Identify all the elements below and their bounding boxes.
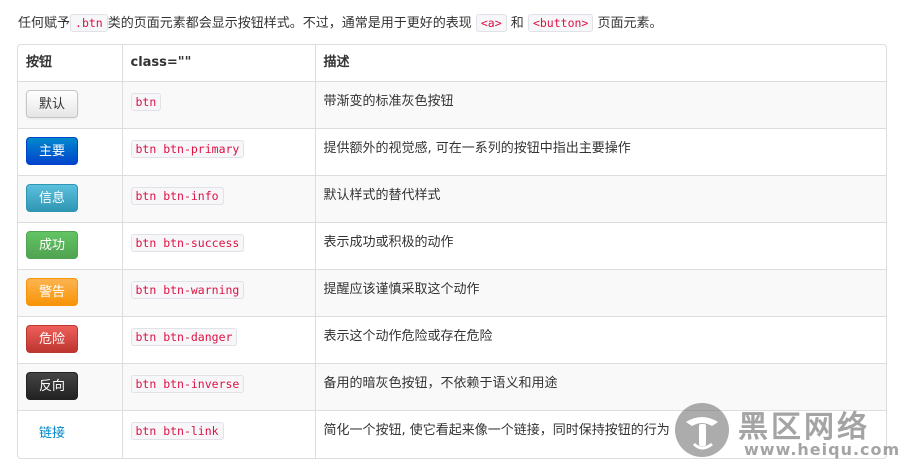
warning-button[interactable]: 警告 — [26, 278, 79, 306]
intro-text-middle: 类的页面元素都会显示按钮样式。不过，通常是用于更好的表现 — [107, 16, 472, 31]
class-cell: btn btn-success — [121, 222, 315, 270]
default-button[interactable]: 默认 — [26, 90, 79, 118]
button-cell: 默认 — [18, 81, 122, 129]
class-name-code: btn btn-link — [130, 422, 224, 440]
table-row: 警告 btn btn-warning 提醒应该谨慎采取这个动作 — [18, 269, 886, 317]
class-name-code: btn btn-warning — [130, 281, 245, 299]
link-button[interactable]: 链接 — [26, 419, 78, 447]
class-name-code: btn btn-danger — [130, 328, 238, 346]
description-cell: 默认样式的替代样式 — [314, 175, 886, 223]
danger-button[interactable]: 危险 — [26, 325, 79, 353]
button-cell: 危险 — [18, 316, 122, 364]
primary-button[interactable]: 主要 — [26, 137, 79, 165]
intro-text-after: 页面元素。 — [597, 16, 663, 31]
class-cell: btn btn-info — [121, 175, 315, 223]
intro-paragraph: 任何赋予 .btn 类的页面元素都会显示按钮样式。不过，通常是用于更好的表现 <a>… — [18, 12, 663, 34]
class-cell: btn btn-primary — [121, 128, 315, 176]
intro-text-and: 和 — [510, 16, 524, 31]
code-btn: .btn — [70, 14, 108, 32]
info-button[interactable]: 信息 — [26, 184, 79, 212]
button-cell: 反向 — [18, 363, 122, 411]
class-cell: btn btn-inverse — [121, 363, 315, 411]
header-description: 描述 — [314, 45, 886, 82]
class-name-code: btn btn-info — [130, 187, 224, 205]
button-styles-table: 按钮 class="" 描述 默认 btn 带渐变的标准灰色按钮 主要 btn … — [17, 44, 887, 459]
table-row: 主要 btn btn-primary 提供额外的视觉感, 可在一系列的按钮中指出… — [18, 128, 886, 176]
header-class: class="" — [121, 45, 315, 82]
button-cell: 警告 — [18, 269, 122, 317]
description-cell: 提供额外的视觉感, 可在一系列的按钮中指出主要操作 — [314, 128, 886, 176]
class-name-code: btn btn-inverse — [130, 375, 245, 393]
class-cell: btn — [121, 81, 315, 129]
class-name-code: btn — [130, 93, 162, 111]
class-name-code: btn btn-success — [130, 234, 245, 252]
description-cell: 表示这个动作危险或存在危险 — [314, 316, 886, 364]
table-row: 默认 btn 带渐变的标准灰色按钮 — [18, 81, 886, 129]
header-button: 按钮 — [26, 55, 53, 70]
table-row: 信息 btn btn-info 默认样式的替代样式 — [18, 175, 886, 223]
watermark-logo-icon — [675, 403, 729, 457]
button-cell: 成功 — [18, 222, 122, 270]
code-a: <a> — [475, 14, 507, 32]
description-cell: 提醒应该谨慎采取这个动作 — [314, 269, 886, 317]
description-cell: 表示成功或积极的动作 — [314, 222, 886, 270]
class-name-code: btn btn-primary — [130, 140, 245, 158]
class-cell: btn btn-warning — [121, 269, 315, 317]
class-cell: btn btn-danger — [121, 316, 315, 364]
site-watermark: 黑区网络 www.heiqu.com — [672, 400, 900, 462]
watermark-url: www.heiqu.com — [744, 440, 901, 459]
table-row: 成功 btn btn-success 表示成功或积极的动作 — [18, 222, 886, 270]
button-cell: 信息 — [18, 175, 122, 223]
inverse-button[interactable]: 反向 — [26, 372, 79, 400]
description-cell: 带渐变的标准灰色按钮 — [314, 81, 886, 129]
button-cell: 主要 — [18, 128, 122, 176]
table-header-row: 按钮 class="" 描述 — [18, 45, 886, 82]
table-row: 危险 btn btn-danger 表示这个动作危险或存在危险 — [18, 316, 886, 364]
intro-text-before: 任何赋予 — [18, 16, 71, 31]
class-cell: btn btn-link — [121, 410, 315, 458]
code-button: <button> — [527, 14, 594, 32]
success-button[interactable]: 成功 — [26, 231, 79, 259]
button-cell: 链接 — [18, 410, 122, 458]
